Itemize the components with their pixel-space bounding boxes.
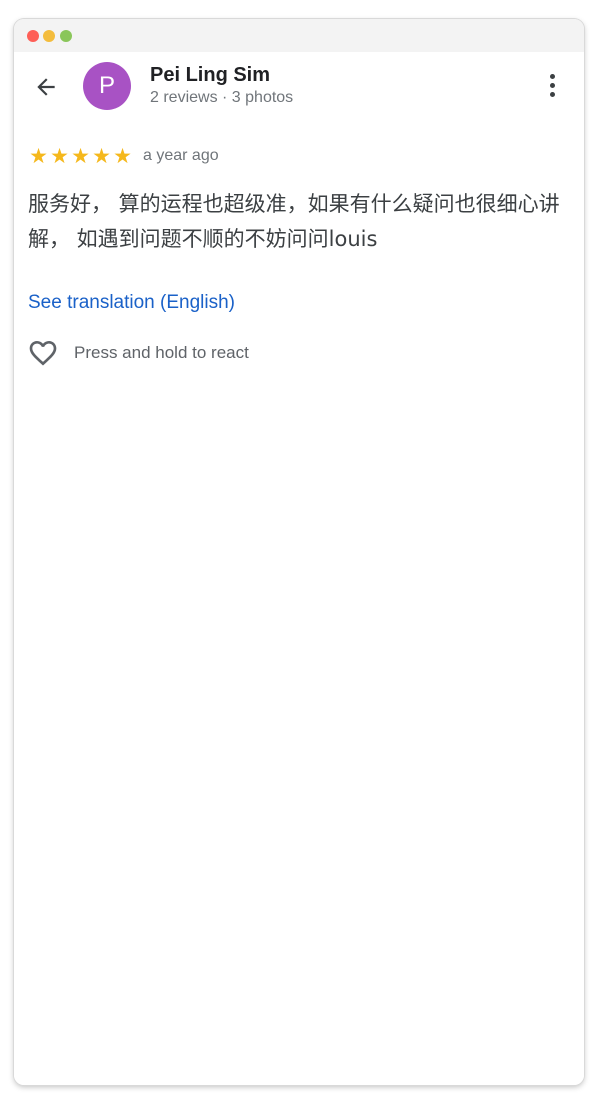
review-date: a year ago [143, 147, 219, 164]
minimize-window-button[interactable] [43, 30, 55, 42]
close-window-button[interactable] [27, 30, 39, 42]
review-detail-page: P Pei Ling Sim 2 reviews · 3 photos ★ ★ ★ ★… [14, 52, 584, 1085]
star-icon: ★ [29, 144, 48, 168]
more-options-button[interactable] [540, 70, 564, 100]
reviewer-name[interactable]: Pei Ling Sim [150, 64, 270, 87]
rating-row: ★ ★ ★ ★ ★ a year ago [28, 145, 219, 167]
avatar-letter: P [98, 72, 115, 99]
heart-outline-icon [29, 341, 57, 366]
review-text: 服务好， 算的运程也超级准，如果有什么疑问也很细心讲解， 如遇到问题不顺的不妨问… [28, 192, 560, 251]
more-vertical-icon [549, 73, 555, 79]
star-icon: ★ [113, 144, 132, 168]
react-hint-label: Press and hold to react [74, 343, 249, 362]
star-icon: ★ [50, 144, 69, 168]
star-rating: ★ ★ ★ ★ ★ [28, 145, 133, 167]
reaction-row: Press and hold to react [27, 337, 249, 369]
window-titlebar [14, 19, 584, 53]
see-translation-link[interactable]: See translation (English) [28, 292, 235, 314]
app-window: P Pei Ling Sim 2 reviews · 3 photos ★ ★ ★ ★… [14, 19, 584, 1085]
back-button[interactable] [31, 72, 61, 102]
reviewer-meta: 2 reviews · 3 photos [150, 89, 294, 106]
avatar[interactable]: P [83, 62, 131, 110]
react-button[interactable] [27, 337, 59, 369]
star-icon: ★ [71, 144, 90, 168]
star-icon: ★ [92, 144, 111, 168]
arrow-left-icon [37, 78, 55, 96]
maximize-window-button[interactable] [60, 30, 72, 42]
